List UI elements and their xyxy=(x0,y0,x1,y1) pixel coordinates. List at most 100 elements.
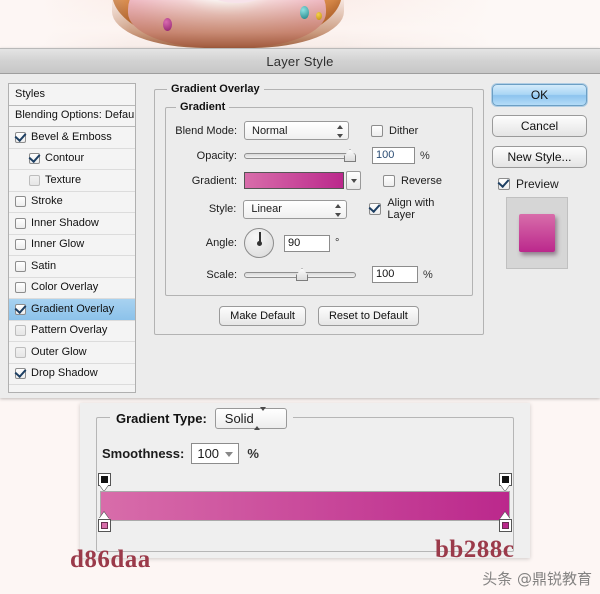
smoothness-label: Smoothness: xyxy=(102,446,185,461)
hex-label-left: d86daa xyxy=(70,546,151,573)
sidebar-item-label: Inner Glow xyxy=(31,238,85,251)
checkbox-icon[interactable] xyxy=(15,217,26,229)
style-select[interactable]: Linear xyxy=(243,199,348,219)
checkbox-icon[interactable] xyxy=(15,325,26,337)
new-style-button[interactable]: New Style... xyxy=(492,146,587,168)
preview-box xyxy=(506,197,568,269)
styles-list-header: Styles xyxy=(9,84,135,106)
color-stop-right[interactable] xyxy=(499,512,512,536)
opacity-input[interactable]: 100 xyxy=(372,147,415,164)
cancel-button[interactable]: Cancel xyxy=(492,115,587,137)
scale-slider[interactable] xyxy=(244,266,356,283)
dialog-action-buttons: OK Cancel New Style... Preview xyxy=(492,83,592,399)
smoothness-row: Smoothness: 100 % xyxy=(102,443,259,464)
sprinkle-icon xyxy=(300,6,309,19)
sidebar-item-color-overlay[interactable]: Color Overlay xyxy=(9,278,135,299)
align-with-layer-label: Align with Layer xyxy=(387,197,435,221)
angle-dial[interactable] xyxy=(244,228,274,258)
sidebar-item-inner-shadow[interactable]: Inner Shadow xyxy=(9,213,135,235)
checkbox-icon[interactable] xyxy=(369,203,382,215)
checkbox-icon[interactable] xyxy=(498,178,510,190)
dialog-body: Styles Blending Options: Default Bevel &… xyxy=(0,74,600,399)
gradient-type-select[interactable]: Solid xyxy=(214,407,287,430)
stepper-icon[interactable] xyxy=(335,125,344,138)
scale-input[interactable]: 100 xyxy=(372,266,418,283)
smoothness-input[interactable]: 100 xyxy=(191,443,240,464)
checkbox-icon[interactable] xyxy=(15,239,26,251)
checkbox-icon[interactable] xyxy=(383,174,395,187)
sidebar-item-bevel-emboss[interactable]: Bevel & Emboss xyxy=(9,127,135,149)
sprinkle-icon xyxy=(316,12,322,20)
gradient-overlay-group-title: Gradient Overlay xyxy=(171,83,260,95)
checkbox-icon[interactable] xyxy=(371,124,383,137)
checkbox-icon[interactable] xyxy=(29,174,40,186)
opacity-stop-right[interactable] xyxy=(499,473,512,491)
blend-mode-value: Normal xyxy=(252,124,288,137)
slider-thumb[interactable] xyxy=(344,149,356,162)
sidebar-item-pattern-overlay[interactable]: Pattern Overlay xyxy=(9,321,135,342)
checkbox-icon[interactable] xyxy=(15,346,26,358)
checkbox-icon[interactable] xyxy=(15,131,26,143)
make-default-button[interactable]: Make Default xyxy=(219,306,306,326)
stepper-icon[interactable] xyxy=(253,407,266,430)
preview-label: Preview xyxy=(516,177,559,191)
checkbox-icon[interactable] xyxy=(15,282,26,294)
chevron-down-icon[interactable] xyxy=(225,452,234,457)
style-row: Style: Linear Align with Layer xyxy=(174,197,464,221)
dither-checkbox[interactable]: Dither xyxy=(371,124,419,137)
gradient-strip[interactable] xyxy=(100,491,510,521)
sidebar-item-satin[interactable]: Satin xyxy=(9,256,135,278)
checkbox-icon[interactable] xyxy=(15,368,26,380)
scale-row: Scale: 100 % xyxy=(174,266,464,283)
dialog-title-bar[interactable]: Layer Style xyxy=(0,49,600,74)
blend-mode-select[interactable]: Normal xyxy=(244,121,349,140)
reverse-checkbox[interactable]: Reverse xyxy=(383,174,442,187)
sidebar-item-gradient-overlay[interactable]: Gradient Overlay xyxy=(9,299,135,321)
preview-checkbox[interactable]: Preview xyxy=(498,177,592,191)
sidebar-item-label: Gradient Overlay xyxy=(31,302,115,315)
dither-label: Dither xyxy=(389,124,419,137)
donut-photo-strip xyxy=(0,0,600,48)
sidebar-item-inner-glow[interactable]: Inner Glow xyxy=(9,235,135,256)
gradient-strip-area xyxy=(98,473,512,536)
gradient-type-value: Solid xyxy=(224,411,254,426)
sidebar-item-texture[interactable]: Texture xyxy=(9,170,135,192)
blend-mode-row: Blend Mode: Normal Dither xyxy=(174,121,464,140)
opacity-slider[interactable] xyxy=(244,147,356,164)
opacity-label: Opacity: xyxy=(196,149,237,162)
sidebar-item-blending-options[interactable]: Blending Options: Default xyxy=(9,106,135,127)
slider-thumb[interactable] xyxy=(296,268,308,281)
checkbox-icon[interactable] xyxy=(29,153,40,165)
sidebar-item-drop-shadow[interactable]: Drop Shadow xyxy=(9,364,135,385)
checkbox-icon[interactable] xyxy=(15,196,26,208)
checkbox-icon[interactable] xyxy=(15,303,26,315)
angle-input[interactable]: 90 xyxy=(284,234,330,252)
styles-header-label: Styles xyxy=(15,87,45,100)
ok-button[interactable]: OK xyxy=(492,84,587,106)
chevron-down-icon[interactable] xyxy=(346,171,361,190)
sidebar-item-label: Pattern Overlay xyxy=(31,324,108,337)
slider-track xyxy=(244,152,356,159)
reset-to-default-button[interactable]: Reset to Default xyxy=(317,306,419,326)
color-stop-left[interactable] xyxy=(98,512,111,536)
sidebar-item-contour[interactable]: Contour xyxy=(9,149,135,170)
donut-shadow xyxy=(112,0,344,48)
sidebar-item-label: Inner Shadow xyxy=(31,216,99,229)
sidebar-item-label: Texture xyxy=(45,173,82,186)
sidebar-item-label: Drop Shadow xyxy=(31,367,98,380)
sidebar-item-outer-glow[interactable]: Outer Glow xyxy=(9,342,135,364)
opacity-row: Opacity: 100 % xyxy=(174,147,464,164)
scale-label: Scale: xyxy=(206,268,237,281)
checkbox-icon[interactable] xyxy=(15,260,26,272)
opacity-stop-left[interactable] xyxy=(98,473,111,491)
sidebar-item-stroke[interactable]: Stroke xyxy=(9,192,135,213)
watermark: 头条 @鼎锐教育 xyxy=(482,570,592,588)
photo-fade-right xyxy=(340,0,600,48)
stepper-icon[interactable] xyxy=(333,203,342,217)
gradient-row: Gradient: Reverse xyxy=(174,171,464,190)
align-with-layer-checkbox[interactable]: Align with Layer xyxy=(369,197,464,221)
styles-list[interactable]: Styles Blending Options: Default Bevel &… xyxy=(8,83,136,393)
gradient-swatch[interactable] xyxy=(244,172,344,189)
sidebar-item-label: Bevel & Emboss xyxy=(31,130,112,143)
gradient-overlay-settings: Gradient Overlay Gradient Blend Mode: No… xyxy=(136,83,492,399)
